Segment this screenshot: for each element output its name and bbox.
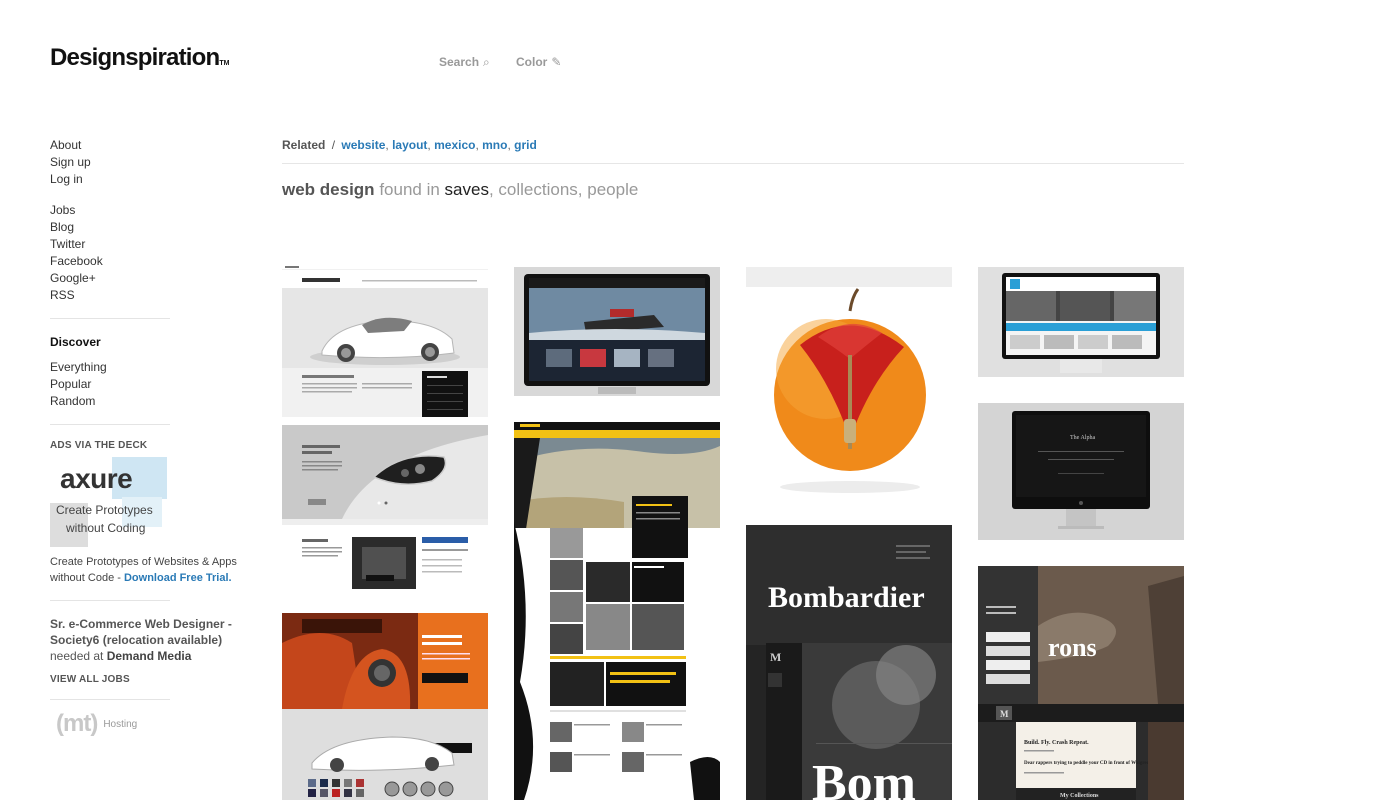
logo-text: Designspiration xyxy=(50,44,220,71)
sidebar: About Sign up Log in Jobs Blog Twitter F… xyxy=(50,137,240,738)
hosting-sponsor[interactable]: (mt) Hosting xyxy=(50,710,240,738)
divider xyxy=(50,424,170,425)
sidebar-link-sign-up[interactable]: Sign up xyxy=(50,154,240,171)
bombardier-website-image: Bombardier M Bom xyxy=(746,525,952,800)
discover-link-random[interactable]: Random xyxy=(50,393,240,410)
axure-logo: axure xyxy=(60,463,133,494)
related-tags: Related / website, layout, mexico, mno, … xyxy=(282,138,537,152)
job-title-link[interactable]: Sr. e-Commerce Web Designer - Society6 (… xyxy=(50,617,232,647)
eyedropper-icon: ✎ xyxy=(551,55,562,69)
image-tile[interactable] xyxy=(282,613,488,800)
logo-trademark: TM xyxy=(219,60,230,67)
divider xyxy=(282,163,1184,164)
divider xyxy=(50,318,170,319)
image-tile[interactable]: The Alpha xyxy=(978,403,1184,540)
herons-article-title: Dear rappers trying to peddle your CD in… xyxy=(1024,761,1154,766)
color-label: Color xyxy=(516,55,548,69)
summer-collection-website-image xyxy=(514,422,720,800)
related-separator: / xyxy=(331,138,336,152)
image-tile[interactable]: Bombardier M Bom xyxy=(746,525,952,800)
job-company: Demand Media xyxy=(106,649,192,663)
divider xyxy=(50,699,170,700)
filter-people-link[interactable]: people xyxy=(587,180,638,199)
herons-m-icon: M xyxy=(1000,709,1009,719)
sidebar-link-log-in[interactable]: Log in xyxy=(50,171,240,188)
dark-website-imac-image: The Alpha xyxy=(978,403,1184,540)
related-tag[interactable]: mexico xyxy=(434,138,475,152)
found-in-text: found in xyxy=(379,180,440,199)
search-label: Search xyxy=(439,55,480,69)
sidebar-link-rss[interactable]: RSS xyxy=(50,287,240,304)
ad-tagline: without Coding xyxy=(66,521,146,535)
herons-article-title: Build. Fly. Crash Repeat. xyxy=(1024,740,1089,746)
search-icon: ⌕ xyxy=(483,55,490,69)
ad-copy: Create Prototypes of Websites & Apps wit… xyxy=(50,554,240,586)
spyker-website-image xyxy=(282,265,488,417)
image-tile[interactable] xyxy=(514,267,720,396)
ad-tagline: Create Prototypes xyxy=(56,503,153,517)
job-listing: Sr. e-Commerce Web Designer - Society6 (… xyxy=(50,616,240,664)
monitor-ship-website-image xyxy=(514,267,720,396)
image-tile[interactable] xyxy=(282,265,488,417)
hosting-label: Hosting xyxy=(103,718,138,730)
image-tile[interactable] xyxy=(282,425,488,519)
filter-collections-link[interactable]: collections xyxy=(498,180,577,199)
sidebar-link-jobs[interactable]: Jobs xyxy=(50,202,240,219)
discover-link-everything[interactable]: Everything xyxy=(50,359,240,376)
related-tag[interactable]: website xyxy=(341,138,385,152)
image-tile[interactable] xyxy=(514,422,720,800)
axure-ad-image[interactable]: axure Create Prototypes without Coding xyxy=(50,457,168,549)
sidebar-link-twitter[interactable]: Twitter xyxy=(50,236,240,253)
image-tile[interactable] xyxy=(978,267,1184,377)
the-alpha-title: The Alpha xyxy=(1070,435,1095,441)
discover-link-popular[interactable]: Popular xyxy=(50,376,240,393)
site-logo[interactable]: DesignspirationTM xyxy=(50,44,229,72)
spyker-headlight-image xyxy=(282,425,488,519)
my-collections-label: My Collections xyxy=(1060,793,1099,799)
related-tag[interactable]: layout xyxy=(392,138,427,152)
spyker-v8-power-image xyxy=(282,519,488,605)
herons-title: rons xyxy=(1048,633,1097,662)
filter-saves-link[interactable]: saves xyxy=(445,180,489,199)
related-label: Related xyxy=(282,138,326,152)
ad-download-link[interactable]: Download Free Trial. xyxy=(124,572,232,584)
search-query: web design xyxy=(282,180,375,199)
cycling-website-imac-image xyxy=(978,267,1184,377)
sidebar-link-google-plus[interactable]: Google+ xyxy=(50,270,240,287)
bombardier-title: Bombardier xyxy=(768,581,925,614)
discover-heading: Discover xyxy=(50,335,101,349)
sidebar-link-facebook[interactable]: Facebook xyxy=(50,253,240,270)
image-tile[interactable] xyxy=(746,267,952,501)
ads-heading: ADS VIA THE DECK xyxy=(50,440,148,451)
divider xyxy=(50,600,170,601)
bombardier-large-text: Bom xyxy=(812,755,916,800)
herons-tablet-app-image: rons M Build. Fly. Crash Repeat. Dear ra… xyxy=(978,566,1184,800)
results-heading: web design found in saves, collections, … xyxy=(282,180,639,199)
media-temple-logo: (mt) xyxy=(56,710,98,737)
image-tile[interactable] xyxy=(282,519,488,605)
sidebar-link-blog[interactable]: Blog xyxy=(50,219,240,236)
related-tag[interactable]: mno xyxy=(482,138,507,152)
sidebar-link-about[interactable]: About xyxy=(50,137,240,154)
zipped-orange-apple-image xyxy=(746,267,952,501)
search-nav-link[interactable]: Search ⌕ xyxy=(439,55,490,70)
color-nav-link[interactable]: Color ✎ xyxy=(516,55,561,69)
view-all-jobs-link[interactable]: VIEW ALL JOBS xyxy=(50,674,240,685)
spyker-interior-image xyxy=(282,613,488,800)
job-needed-at: needed at xyxy=(50,649,107,663)
image-tile[interactable]: rons M Build. Fly. Crash Repeat. Dear ra… xyxy=(978,566,1184,800)
bombardier-m-icon: M xyxy=(770,650,781,664)
related-tag[interactable]: grid xyxy=(514,138,537,152)
